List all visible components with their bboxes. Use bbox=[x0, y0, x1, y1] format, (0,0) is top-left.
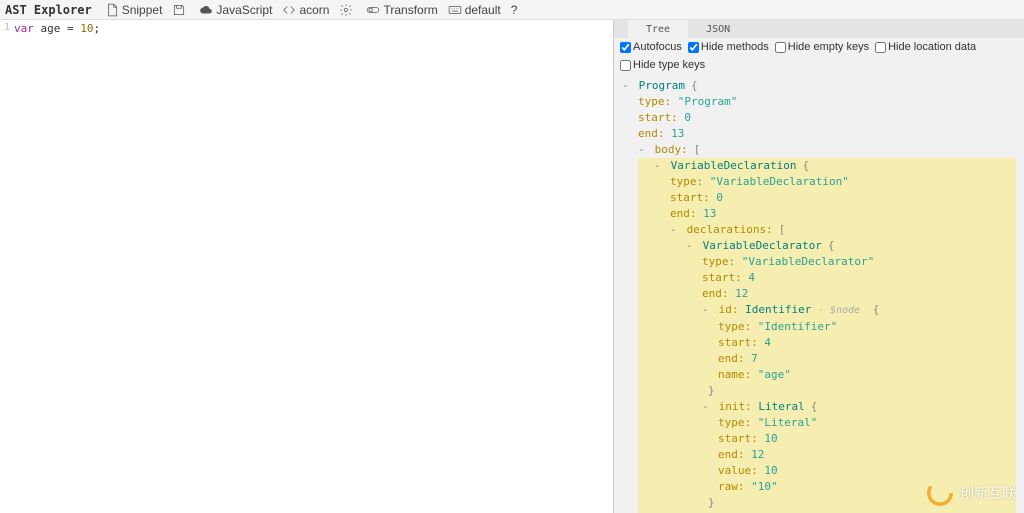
file-icon bbox=[105, 3, 119, 17]
snippet-label: Snippet bbox=[122, 3, 163, 17]
language-menu[interactable]: JavaScript bbox=[199, 3, 272, 17]
collapse-icon[interactable]: - bbox=[702, 399, 712, 415]
main: 1 var age = 10; Tree JSON Autofocus Hide… bbox=[0, 20, 1024, 513]
toggle-icon bbox=[366, 3, 380, 17]
node-literal[interactable]: Literal bbox=[758, 400, 804, 413]
logo-icon bbox=[926, 479, 954, 507]
tab-tree[interactable]: Tree bbox=[628, 20, 688, 38]
tab-json[interactable]: JSON bbox=[688, 20, 748, 38]
node-identifier[interactable]: Identifier bbox=[745, 303, 811, 316]
output-tabs: Tree JSON bbox=[614, 20, 1024, 38]
collapse-icon[interactable]: - bbox=[638, 142, 648, 158]
collapse-icon[interactable]: - bbox=[702, 302, 712, 318]
snippet-menu[interactable]: Snippet bbox=[105, 3, 163, 17]
cloud-icon bbox=[199, 3, 213, 17]
node-program[interactable]: Program bbox=[639, 79, 685, 92]
checkbox-hide-methods[interactable] bbox=[688, 42, 699, 53]
code-content: var age = 10; bbox=[14, 22, 100, 35]
watermark: 创新互联 bbox=[926, 479, 1016, 507]
help-button[interactable]: ? bbox=[511, 3, 518, 17]
opt-hide-type-keys[interactable]: Hide type keys bbox=[620, 59, 705, 71]
opt-hide-location-data[interactable]: Hide location data bbox=[875, 41, 976, 53]
node-variable-declaration[interactable]: VariableDeclaration bbox=[671, 159, 797, 172]
tree-options: Autofocus Hide methods Hide empty keys H… bbox=[614, 38, 1024, 74]
checkbox-hide-location-data[interactable] bbox=[875, 42, 886, 53]
gear-icon bbox=[339, 3, 353, 17]
line-number: 1 bbox=[0, 22, 14, 35]
collapse-icon[interactable]: - bbox=[686, 238, 696, 254]
save-icon bbox=[172, 3, 186, 17]
language-label: JavaScript bbox=[216, 3, 272, 17]
parser-label: acorn bbox=[299, 3, 329, 17]
checkbox-hide-type-keys[interactable] bbox=[620, 60, 631, 71]
parser-settings-button[interactable] bbox=[339, 3, 356, 17]
parser-menu[interactable]: acorn bbox=[282, 3, 329, 17]
code-line: 1 var age = 10; bbox=[0, 22, 613, 35]
node-variable-declarator[interactable]: VariableDeclarator bbox=[703, 239, 822, 252]
code-editor[interactable]: 1 var age = 10; bbox=[0, 20, 614, 513]
output-panel: Tree JSON Autofocus Hide methods Hide em… bbox=[614, 20, 1024, 513]
opt-hide-methods[interactable]: Hide methods bbox=[688, 41, 769, 53]
opt-hide-empty-keys[interactable]: Hide empty keys bbox=[775, 41, 869, 53]
help-label: ? bbox=[511, 3, 518, 17]
save-button[interactable] bbox=[172, 3, 189, 17]
code-icon bbox=[282, 3, 296, 17]
opt-autofocus[interactable]: Autofocus bbox=[620, 41, 682, 53]
checkbox-autofocus[interactable] bbox=[620, 42, 631, 53]
transform-toggle[interactable]: Transform bbox=[366, 3, 437, 17]
ast-tree[interactable]: - Program{ type: "Program" start: 0 end:… bbox=[614, 74, 1024, 513]
keymap-menu[interactable]: default bbox=[448, 3, 501, 17]
app-title: AST Explorer bbox=[5, 3, 92, 17]
keymap-label: default bbox=[465, 3, 501, 17]
keyboard-icon bbox=[448, 3, 462, 17]
collapse-icon[interactable]: - bbox=[622, 78, 632, 94]
transform-label: Transform bbox=[383, 3, 437, 17]
watermark-text: 创新互联 bbox=[960, 483, 1016, 503]
collapse-icon[interactable]: - bbox=[670, 222, 680, 238]
checkbox-hide-empty-keys[interactable] bbox=[775, 42, 786, 53]
toolbar: AST Explorer Snippet JavaScript acorn Tr… bbox=[0, 0, 1024, 20]
collapse-icon[interactable]: - bbox=[654, 158, 664, 174]
